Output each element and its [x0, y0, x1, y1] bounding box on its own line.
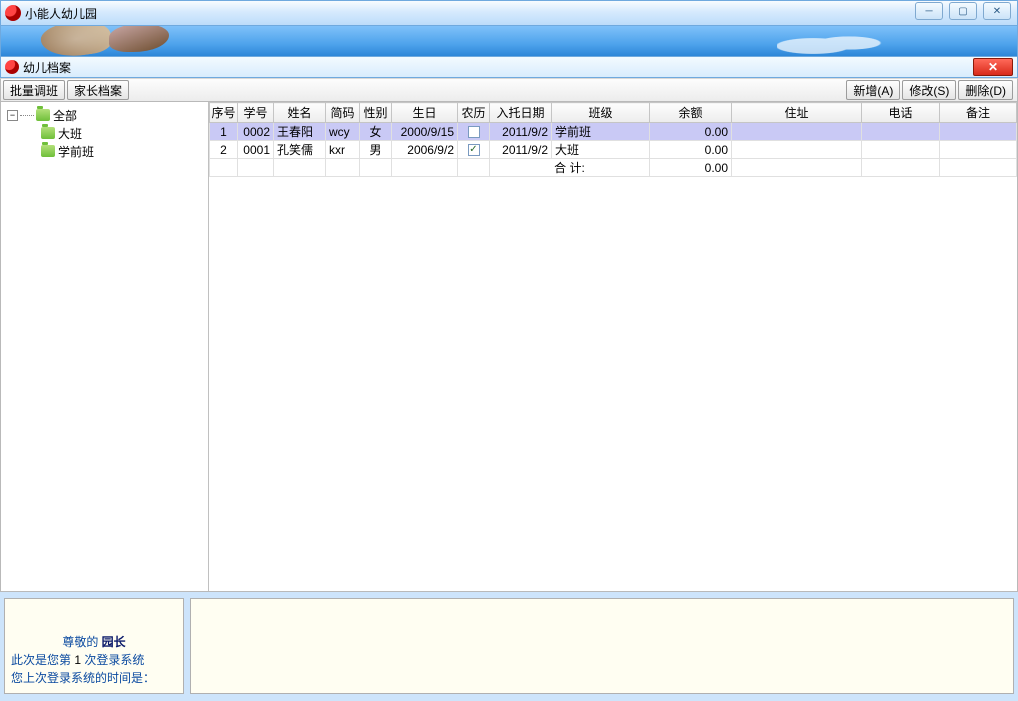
add-button[interactable]: 新增(A) — [846, 80, 900, 100]
tree-item[interactable]: 大班 — [3, 124, 206, 142]
tree-item-label: 学前班 — [58, 143, 94, 160]
col-name[interactable]: 姓名 — [274, 103, 326, 123]
grid-header-row: 序号 学号 姓名 简码 性别 生日 农历 入托日期 班级 余额 住址 电话 备注 — [210, 103, 1017, 123]
panel-title: 幼儿档案 — [23, 59, 71, 76]
batch-adjust-button[interactable]: 批量调班 — [3, 80, 65, 100]
maximize-button[interactable]: ▢ — [949, 2, 977, 20]
student-grid[interactable]: 序号 学号 姓名 简码 性别 生日 农历 入托日期 班级 余额 住址 电话 备注 — [209, 102, 1017, 591]
edit-button[interactable]: 修改(S) — [902, 80, 956, 100]
tree-item-label: 大班 — [58, 125, 82, 142]
col-enroll[interactable]: 入托日期 — [490, 103, 552, 123]
footer-spare-panel — [190, 598, 1014, 694]
folder-icon — [36, 109, 50, 121]
content-area: − 全部 大班 学前班 序号 学号 姓名 — [0, 102, 1018, 592]
table-row[interactable]: 2 0001 孔笑儒 kxr 男 2006/9/2 2011/9/2 大班 0.… — [210, 141, 1017, 159]
panel-titlebar: 幼儿档案 ✕ — [0, 56, 1018, 78]
hero-strip — [0, 26, 1018, 56]
col-sid[interactable]: 学号 — [238, 103, 274, 123]
col-remark[interactable]: 备注 — [940, 103, 1017, 123]
folder-icon — [41, 127, 55, 139]
parent-profile-button[interactable]: 家长档案 — [67, 80, 129, 100]
window-title: 小能人幼儿园 — [25, 5, 97, 22]
table-row[interactable]: 1 0002 王春阳 wcy 女 2000/9/15 2011/9/2 学前班 … — [210, 123, 1017, 141]
folder-icon — [41, 145, 55, 157]
lunar-checkbox[interactable] — [468, 126, 480, 138]
lunar-checkbox[interactable] — [468, 144, 480, 156]
tree-root-label: 全部 — [53, 107, 77, 124]
close-button[interactable]: ✕ — [983, 2, 1011, 20]
col-balance[interactable]: 余额 — [650, 103, 732, 123]
tree-collapse-icon[interactable]: − — [7, 110, 18, 121]
col-gender[interactable]: 性别 — [360, 103, 392, 123]
toolbar: 批量调班 家长档案 新增(A) 修改(S) 删除(D) — [0, 78, 1018, 102]
col-seq[interactable]: 序号 — [210, 103, 238, 123]
col-lunar[interactable]: 农历 — [458, 103, 490, 123]
col-bday[interactable]: 生日 — [392, 103, 458, 123]
panel-icon — [5, 60, 19, 74]
app-icon — [5, 5, 21, 21]
panel-close-button[interactable]: ✕ — [973, 58, 1013, 76]
col-class[interactable]: 班级 — [552, 103, 650, 123]
delete-button[interactable]: 删除(D) — [958, 80, 1013, 100]
class-tree[interactable]: − 全部 大班 学前班 — [1, 102, 209, 591]
role-label: 园长 — [102, 635, 126, 649]
tree-root[interactable]: − 全部 — [3, 106, 206, 124]
col-address[interactable]: 住址 — [732, 103, 862, 123]
last-login-label: 您上次登录系统的时间是： — [11, 669, 177, 687]
main-window-titlebar: 小能人幼儿园 ─ ▢ ✕ — [0, 0, 1018, 26]
col-phone[interactable]: 电话 — [862, 103, 940, 123]
col-pinyin[interactable]: 简码 — [326, 103, 360, 123]
footer: 尊敬的 园长 此次是您第 1 次登录系统 您上次登录系统的时间是： — [0, 598, 1018, 694]
summary-row: 合 计: 0.00 — [210, 159, 1017, 177]
minimize-button[interactable]: ─ — [915, 2, 943, 20]
login-info-panel: 尊敬的 园长 此次是您第 1 次登录系统 您上次登录系统的时间是： — [4, 598, 184, 694]
tree-item[interactable]: 学前班 — [3, 142, 206, 160]
